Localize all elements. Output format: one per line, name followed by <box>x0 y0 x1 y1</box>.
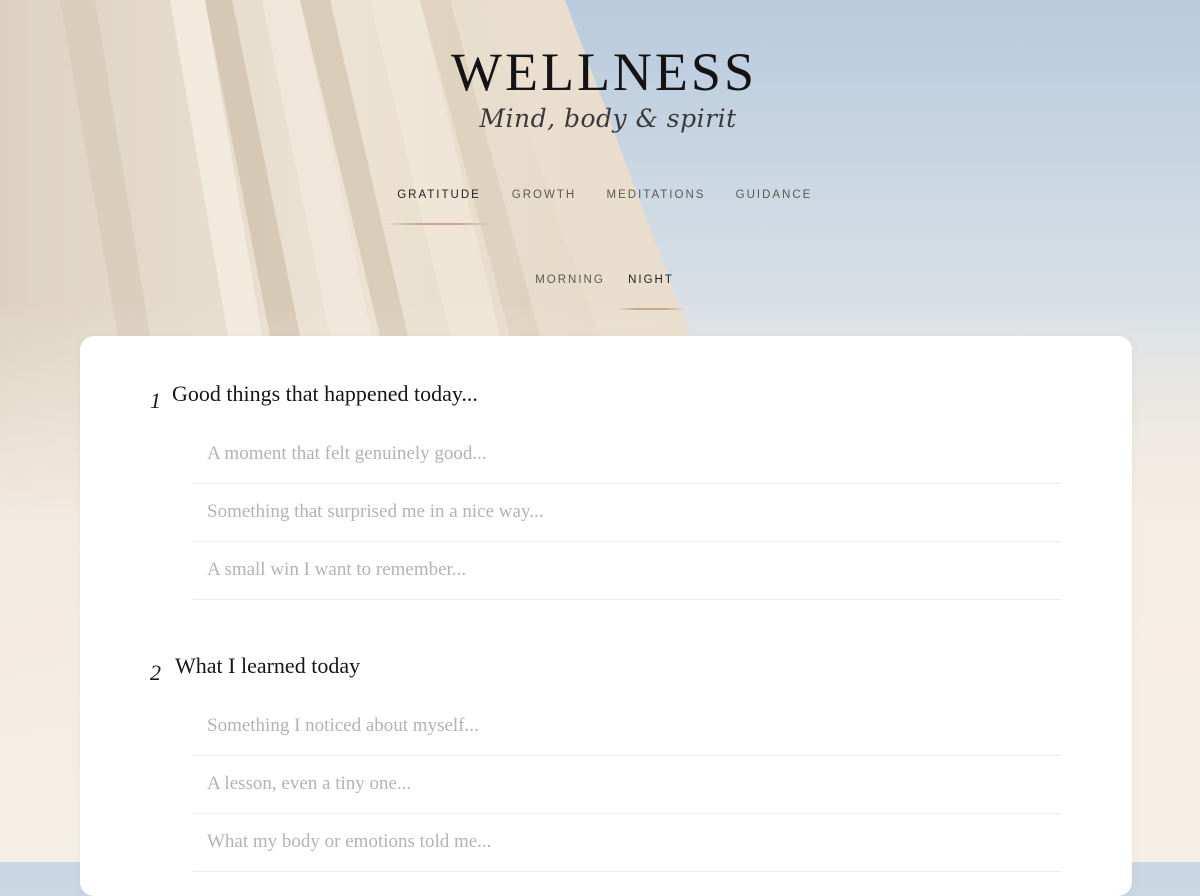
tab-label: GUIDANCE <box>735 189 813 201</box>
prompt-input[interactable] <box>207 770 1047 798</box>
prompt-input[interactable] <box>207 556 1047 584</box>
prompt-input[interactable] <box>207 828 1047 856</box>
brand-tagline: Mind, body & spirit <box>479 104 737 133</box>
prompt-field[interactable] <box>193 426 1061 484</box>
tab-guidance[interactable]: GUIDANCE <box>727 189 821 225</box>
prompt-field[interactable] <box>193 698 1061 756</box>
subtab-label: NIGHT <box>628 274 674 286</box>
brand-title: WELLNESS <box>451 42 757 102</box>
section-title: What I learned today <box>175 653 361 678</box>
subtab-night[interactable]: NIGHT <box>616 274 686 310</box>
prompt-field[interactable] <box>193 542 1061 600</box>
prompt-input[interactable] <box>207 712 1047 740</box>
tab-growth[interactable]: GROWTH <box>503 189 585 225</box>
section-number: 1 <box>150 388 161 413</box>
section-number: 2 <box>150 660 161 685</box>
active-tab-underline <box>385 223 493 225</box>
tab-label: GRATITUDE <box>397 189 481 201</box>
prompt-field[interactable] <box>193 484 1061 542</box>
prompt-input[interactable] <box>207 440 1047 468</box>
prompt-field[interactable] <box>193 756 1061 814</box>
subtab-label: MORNING <box>535 274 605 286</box>
subtab-morning[interactable]: MORNING <box>526 274 614 310</box>
prompt-field[interactable] <box>193 814 1061 872</box>
tab-gratitude[interactable]: GRATITUDE <box>385 189 493 225</box>
journal-card: 1 Good things that happened today... 2 W… <box>80 336 1132 896</box>
active-subtab-underline <box>616 308 686 310</box>
prompt-input[interactable] <box>207 498 1047 526</box>
tab-label: GROWTH <box>511 189 577 201</box>
section-title: Good things that happened today... <box>172 381 478 406</box>
tab-label: MEDITATIONS <box>606 189 706 201</box>
tab-meditations[interactable]: MEDITATIONS <box>598 189 714 225</box>
